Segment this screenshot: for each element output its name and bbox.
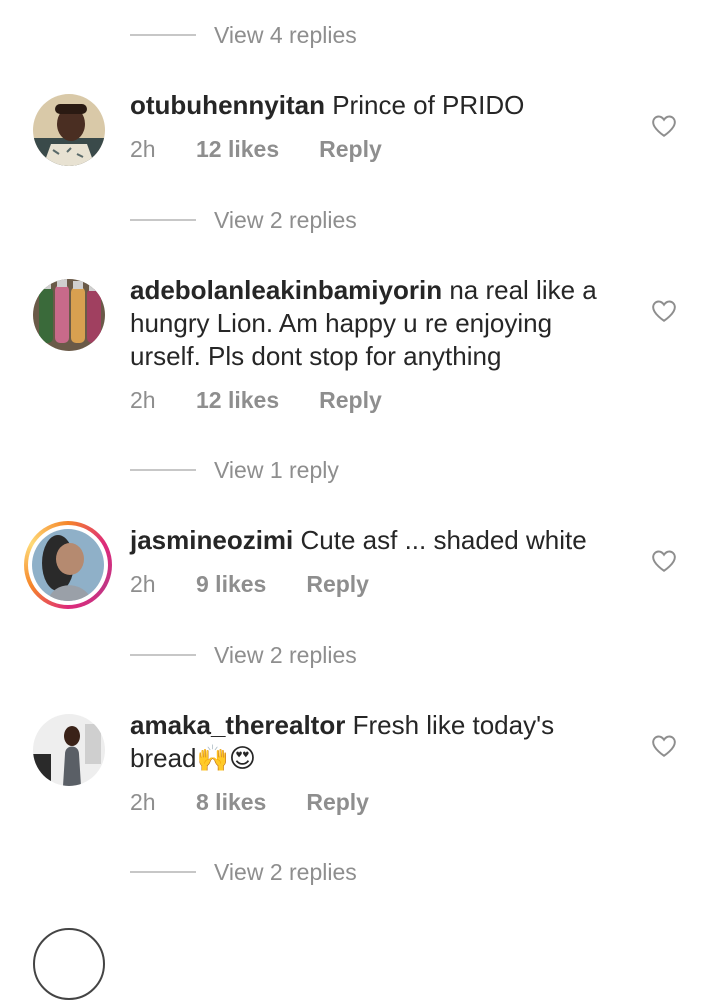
comment-emojis: 🙌😍 <box>196 743 256 773</box>
comment-likes[interactable]: 9 likes <box>196 571 266 598</box>
comment-text: amaka_therealtor Fresh like today's brea… <box>130 709 610 775</box>
view-replies-label: View 2 replies <box>214 858 357 885</box>
avatar[interactable] <box>33 94 105 166</box>
avatar[interactable] <box>33 279 105 351</box>
comment-meta: 2h 8 likes Reply <box>130 789 369 816</box>
reply-button[interactable]: Reply <box>319 136 382 163</box>
comment-text: adebolanleakinbamiyorin na real like a h… <box>130 274 610 373</box>
view-replies-label: View 1 reply <box>214 456 339 483</box>
avatar <box>32 529 104 601</box>
heart-icon[interactable] <box>651 549 677 573</box>
view-replies-toggle[interactable]: View 2 replies <box>130 205 357 235</box>
comment-meta: 2h 12 likes Reply <box>130 387 382 414</box>
avatar[interactable] <box>33 928 105 1000</box>
view-replies-label: View 2 replies <box>214 641 357 668</box>
view-replies-toggle[interactable]: View 4 replies <box>130 20 357 50</box>
replies-divider-line <box>130 871 196 873</box>
comment-text: otubuhennyitan Prince of PRIDO <box>130 89 630 122</box>
comment-username[interactable]: otubuhennyitan <box>130 90 325 120</box>
comment-username[interactable]: adebolanleakinbamiyorin <box>130 275 442 305</box>
heart-icon[interactable] <box>651 299 677 323</box>
reply-button[interactable]: Reply <box>306 789 369 816</box>
comment-meta: 2h 12 likes Reply <box>130 136 382 163</box>
replies-divider-line <box>130 654 196 656</box>
comment-username[interactable]: amaka_therealtor <box>130 710 345 740</box>
comment-body: Cute asf ... shaded white <box>300 525 587 555</box>
comment-text: jasmineozimi Cute asf ... shaded white <box>130 524 630 557</box>
heart-icon[interactable] <box>651 734 677 758</box>
avatar[interactable] <box>33 714 105 786</box>
comment-time: 2h <box>130 136 156 162</box>
comment-likes[interactable]: 12 likes <box>196 136 279 163</box>
view-replies-label: View 2 replies <box>214 206 357 233</box>
replies-divider-line <box>130 34 196 36</box>
view-replies-toggle[interactable]: View 2 replies <box>130 640 357 670</box>
reply-button[interactable]: Reply <box>306 571 369 598</box>
comment-meta: 2h 9 likes Reply <box>130 571 369 598</box>
view-replies-toggle[interactable]: View 1 reply <box>130 455 339 485</box>
comment-likes[interactable]: 8 likes <box>196 789 266 816</box>
comment-likes[interactable]: 12 likes <box>196 387 279 414</box>
comment-username[interactable]: jasmineozimi <box>130 525 293 555</box>
replies-divider-line <box>130 219 196 221</box>
comment-time: 2h <box>130 387 156 413</box>
story-ring[interactable] <box>24 521 112 609</box>
reply-button[interactable]: Reply <box>319 387 382 414</box>
view-replies-toggle[interactable]: View 2 replies <box>130 857 357 887</box>
view-replies-label: View 4 replies <box>214 21 357 48</box>
comment-time: 2h <box>130 789 156 815</box>
comment-time: 2h <box>130 571 156 597</box>
replies-divider-line <box>130 469 196 471</box>
heart-icon[interactable] <box>651 114 677 138</box>
comment-body: Prince of PRIDO <box>332 90 525 120</box>
